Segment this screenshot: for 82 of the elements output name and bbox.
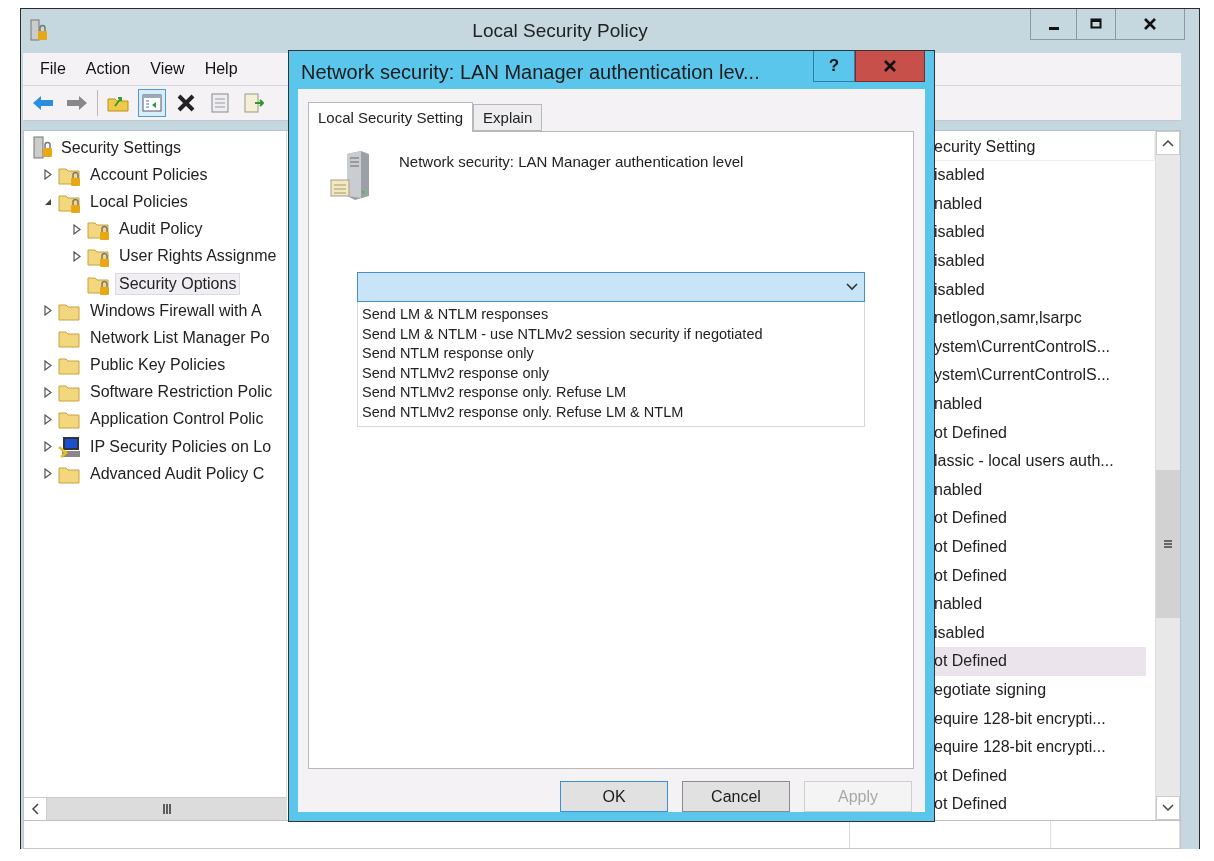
setting-value[interactable]: isabled (934, 218, 1146, 247)
minimize-icon (1048, 26, 1059, 30)
tree-item[interactable]: IP Security Policies on Lo (86, 435, 276, 458)
tree-item[interactable]: Public Key Policies (86, 354, 230, 377)
vertical-scrollbar[interactable] (1155, 131, 1180, 820)
dialog-title: Network security: LAN Manager authentication lev... (300, 60, 761, 84)
tab[interactable]: Local Security Setting (308, 102, 474, 132)
setting-value[interactable]: netlogon,samr,lsarpc (934, 303, 1146, 333)
setting-value[interactable]: ot Defined (934, 561, 1146, 590)
scroll-up-icon[interactable] (1162, 139, 1174, 147)
close-button[interactable] (1115, 9, 1185, 40)
tree-item[interactable]: User Rights Assignme (115, 245, 281, 268)
setting-value[interactable]: isabled (934, 161, 1146, 190)
menu-item[interactable]: Help (195, 60, 247, 78)
collapsed-arrow-icon[interactable] (44, 413, 52, 425)
tree-item[interactable]: Application Control Polic (86, 408, 268, 431)
grip-icon[interactable] (161, 803, 172, 815)
setting-value[interactable]: isabled (934, 246, 1146, 276)
collapsed-arrow-icon[interactable] (44, 359, 52, 371)
setting-value[interactable]: ystem\CurrentControlS... (934, 332, 1146, 362)
setting-value[interactable]: equire 128-bit encrypti... (934, 704, 1146, 733)
tree-item[interactable]: Security Options (115, 272, 241, 295)
column-header[interactable]: ecurity Setting (934, 134, 1155, 161)
grip-icon[interactable] (1163, 539, 1173, 549)
tree-item[interactable]: Network List Manager Po (86, 326, 274, 349)
dropdown-option[interactable]: Send NTLMv2 response only (362, 363, 860, 383)
tree-item[interactable]: Security Settings (57, 136, 186, 159)
setting-value[interactable]: nabled (934, 189, 1146, 219)
chevron-down-icon[interactable] (846, 283, 858, 291)
tree-item[interactable]: Account Policies (86, 163, 212, 186)
collapsed-arrow-icon[interactable] (73, 250, 81, 262)
collapsed-arrow-icon[interactable] (44, 441, 52, 453)
setting-value[interactable]: nabled (934, 475, 1146, 505)
setting-value[interactable]: ot Defined (934, 418, 1146, 447)
tree-item[interactable]: Software Restriction Polic (86, 381, 277, 404)
dropdown-option[interactable]: Send NTLMv2 response only. Refuse LM & NTLM (362, 402, 860, 422)
setting-value[interactable]: ot Defined (934, 790, 1146, 819)
close-icon (1143, 17, 1157, 31)
tab[interactable]: Explain (473, 104, 543, 131)
menu-item[interactable]: File (31, 60, 75, 78)
scroll-down-icon[interactable] (1162, 804, 1174, 812)
setting-value[interactable]: ystem\CurrentControlS... (934, 361, 1146, 390)
horizontal-scrollbar[interactable] (24, 797, 286, 820)
tree-item[interactable]: Local Policies (86, 190, 192, 213)
setting-value[interactable]: isabled (934, 618, 1146, 648)
close-icon (883, 59, 897, 73)
maximize-icon (1090, 18, 1102, 30)
collapsed-arrow-icon[interactable] (44, 386, 52, 398)
window-title: Local Security Policy (471, 20, 649, 42)
setting-value[interactable]: nabled (934, 589, 1146, 619)
dialog-button[interactable]: Cancel (682, 781, 790, 812)
server-lock-icon (32, 135, 54, 160)
dropdown-option[interactable]: Send NTLMv2 response only. Refuse LM (362, 383, 860, 403)
policy-description: Network security: LAN Manager authentication level (399, 152, 744, 172)
tree-item[interactable]: Advanced Audit Policy C (86, 462, 269, 485)
setting-value[interactable]: equire 128-bit encrypti... (934, 732, 1146, 762)
dropdown-option[interactable]: Send NTLM response only (362, 344, 860, 364)
setting-value[interactable]: egotiate signing (934, 675, 1146, 705)
setting-value[interactable]: ot Defined (934, 761, 1146, 791)
minimize-button[interactable] (1030, 9, 1077, 40)
expanded-arrow-icon[interactable] (44, 197, 52, 206)
menu-item[interactable]: View (141, 60, 194, 78)
setting-value[interactable]: ot Defined (934, 532, 1146, 562)
setting-value[interactable]: nabled (934, 389, 1146, 419)
scroll-left-icon[interactable] (31, 803, 39, 815)
tree-item[interactable]: Audit Policy (115, 218, 207, 241)
dropdown-option[interactable]: Send LM & NTLM - use NTLMv2 session security if negotiated (362, 324, 860, 344)
setting-value[interactable]: ot Defined (934, 647, 1146, 676)
collapsed-arrow-icon[interactable] (44, 305, 52, 317)
menu-item[interactable]: Action (76, 60, 140, 78)
collapsed-arrow-icon[interactable] (44, 169, 52, 181)
computer-icon (57, 434, 83, 459)
dialog-button[interactable]: OK (560, 781, 668, 812)
setting-value[interactable]: ot Defined (934, 504, 1146, 533)
setting-value[interactable]: isabled (934, 275, 1146, 304)
app-lock-icon (29, 19, 49, 43)
dropdown-option[interactable]: Send LM & NTLM responses (362, 305, 860, 325)
setting-value[interactable]: lassic - local users auth... (934, 446, 1146, 476)
tree-toggle-icon[interactable] (138, 89, 166, 117)
collapsed-arrow-icon[interactable] (73, 223, 81, 235)
collapsed-arrow-icon[interactable] (44, 468, 52, 480)
tree-item[interactable]: Windows Firewall with A (86, 299, 266, 322)
